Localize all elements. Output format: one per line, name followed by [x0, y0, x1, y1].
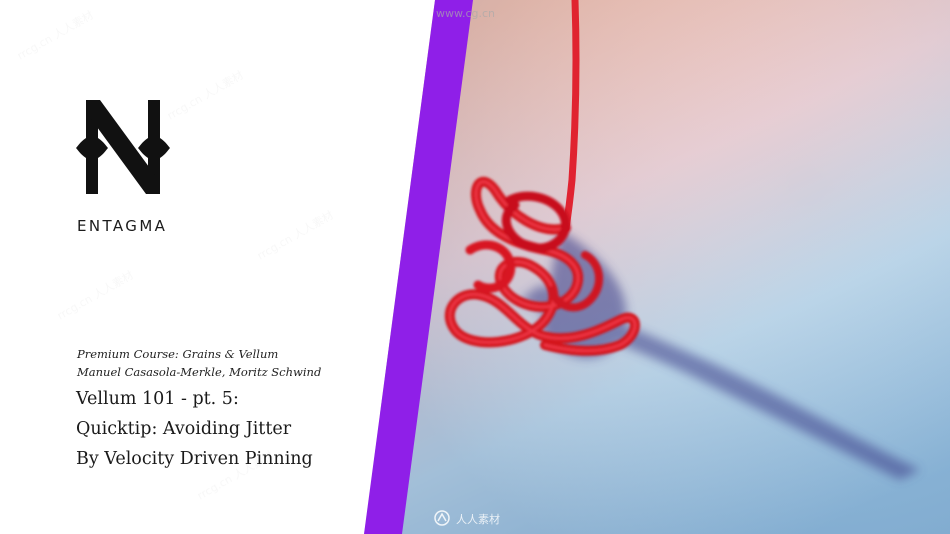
watermark-logo-icon [434, 510, 450, 526]
course-thumbnail: rrcg.cn 人人素材 rrcg.cn 人人素材 rrcg.cn 人人素材 r… [0, 0, 950, 534]
episode-title-line1: Vellum 101 - pt. 5: [76, 389, 239, 409]
brand-name: ENTAGMA [77, 217, 168, 235]
entagma-n-logo-icon [76, 100, 170, 194]
episode-title-line3: By Velocity Driven Pinning [76, 449, 313, 469]
course-name: Premium Course: Grains & Vellum [77, 347, 279, 361]
watermark-top: www.cg.cn [436, 7, 496, 20]
course-authors: Manuel Casasola-Merkle, Moritz Schwind [77, 365, 322, 379]
episode-title-line2: Quicktip: Avoiding Jitter [76, 419, 292, 439]
watermark-bottom: 人人素材 [456, 513, 500, 526]
